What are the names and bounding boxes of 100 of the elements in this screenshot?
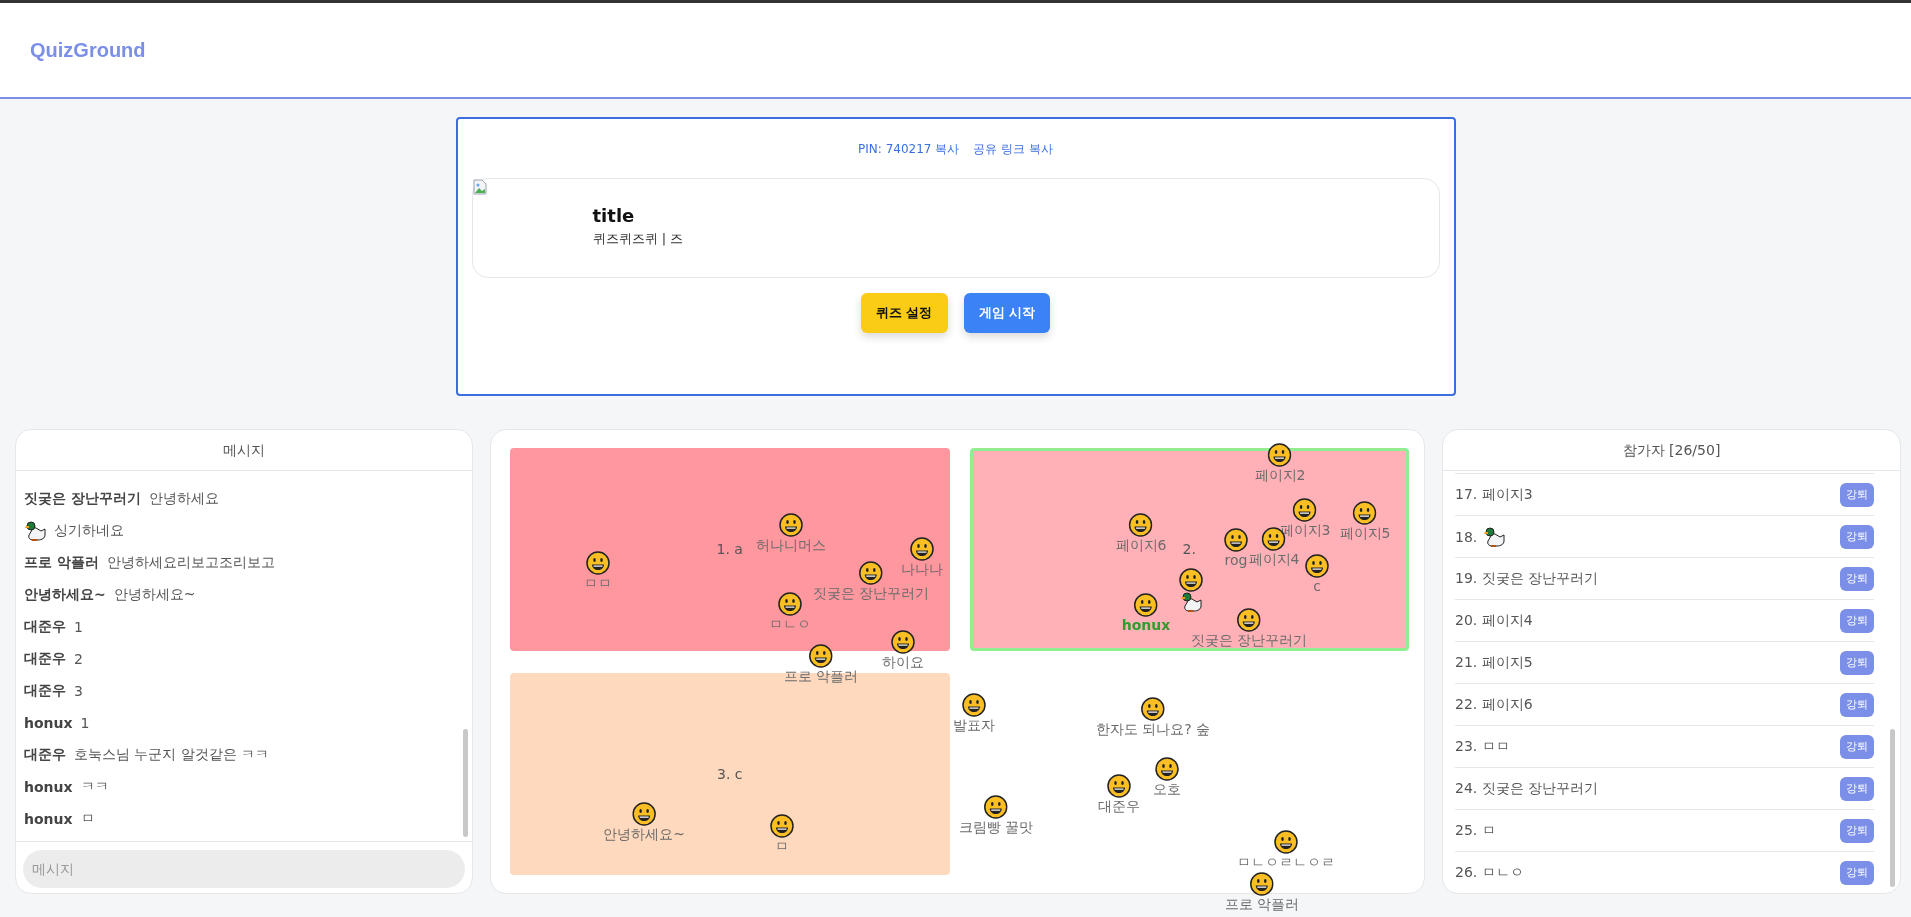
sender-name: honux [24,779,73,795]
player-name: 크림빵 꿀맛 [958,819,1034,836]
smiley-icon [1224,528,1248,552]
message-text: 1 [80,715,90,731]
kick-button[interactable]: 강퇴 [1840,524,1874,549]
message-text: 안녕하세요 [148,490,219,508]
participant-name: 24. 짓궂은 장난꾸러기 [1455,779,1599,798]
kick-button[interactable]: 강퇴 [1840,776,1874,801]
player-name: 프로 악플러 [1224,896,1300,913]
player-name: 나나나 [901,561,943,578]
smiley-icon [891,630,915,654]
smiley-icon [1274,830,1298,854]
kick-button[interactable]: 강퇴 [1840,692,1874,717]
panel-title: 참가자 [26/50] [1443,430,1900,471]
smiley-icon [1179,568,1203,592]
scrollbar[interactable] [1890,729,1895,887]
duck-icon [1483,526,1506,547]
player-name: 대준우 [1098,798,1140,815]
message-text: ㅁ [80,810,95,828]
player-name: 한자도 되나요? 숲 [1095,721,1211,738]
kick-button[interactable]: 강퇴 [1840,734,1874,759]
sender-name: 대준우 [24,682,66,700]
sender-name: 프로 악플러 [24,554,99,572]
smiley-icon [586,551,610,575]
pin-copy-link[interactable]: PIN: 740217 복사 [858,141,960,158]
player-name: rog [1224,552,1248,569]
quiz-settings-button[interactable]: 퀴즈 설정 [860,293,948,333]
sender-name: honux [24,715,73,731]
kick-button[interactable]: 강퇴 [1840,818,1874,843]
participant-name: 25. ㅁ [1455,821,1496,840]
smiley-icon [1107,774,1131,798]
duck-icon [24,521,46,541]
sender-name: 짓궂은 장난꾸러기 [24,490,141,508]
smiley-icon [910,537,934,561]
kick-button[interactable]: 강퇴 [1840,860,1874,885]
message-input[interactable]: 메시지 [23,850,465,888]
smiley-icon [1268,443,1292,467]
share-link-copy-link[interactable]: 공유 링크 복사 [973,141,1053,158]
broken-image-icon [472,179,487,195]
sender-name: 대준우 [24,650,66,668]
smiley-icon [1305,554,1329,578]
player-name: 페이지5 [1339,525,1391,542]
player-name: 오호 [1153,781,1181,798]
kick-button[interactable]: 강퇴 [1840,566,1874,591]
player-name: 발표자 [953,717,995,734]
option-label: 1. a [716,541,743,558]
sender-name: 안녕하세요~ [24,586,106,604]
quiz-title: title [592,205,635,226]
player-name: c [1313,578,1321,595]
player-name: 안녕하세요~ [603,826,685,843]
participant-name: 21. 페이지5 [1455,653,1533,672]
smiley-icon [859,561,883,585]
smiley-icon [1129,513,1153,537]
participant-name: 18. [1455,528,1478,545]
player-name: 페이지6 [1115,537,1167,554]
smiley-icon [1237,608,1261,632]
sender-name: honux [24,811,73,827]
message-text: 안녕하세요~ [113,586,196,604]
message-text: 호눅스님 누군지 알것같은 ㅋㅋ [74,746,270,764]
player-name: 짓궂은 장난꾸러기 [1190,632,1308,649]
duck-icon [1180,592,1202,612]
smiley-icon [778,592,802,616]
sender-name: 대준우 [24,618,66,636]
kick-button[interactable]: 강퇴 [1840,650,1874,675]
start-game-button[interactable]: 게임 시작 [963,293,1051,333]
smiley-icon [962,693,986,717]
player-name: 페이지4 [1248,551,1300,568]
message-text: 2 [74,651,83,667]
message-text: 싱기하네요 [54,522,124,540]
smiley-icon [770,814,794,838]
smiley-icon [1293,498,1317,522]
participant-name: 22. 페이지6 [1455,695,1533,714]
participant-name: 17. 페이지3 [1455,485,1533,504]
kick-button[interactable]: 강퇴 [1840,608,1874,633]
kick-button[interactable]: 강퇴 [1840,482,1874,507]
player-name: 짓궂은 장난꾸러기 [812,585,930,602]
player-name: ㅁㅁ [584,575,612,592]
smiley-icon [632,802,656,826]
panel-title: 메시지 [16,430,472,471]
smiley-icon [1155,757,1179,781]
player-name: ㅁ [775,838,789,855]
sender-name: 대준우 [24,746,66,764]
option-label: 2. [1182,541,1196,558]
player-name: 페이지3 [1279,522,1331,539]
message-text: 안녕하세요리보고조리보고 [106,554,275,572]
smiley-icon [1134,593,1158,617]
player-name: ㅁㄴㅇㄹㄴㅇㄹ [1237,854,1335,871]
smiley-icon [809,644,833,668]
logo[interactable]: QuizGround [30,38,146,62]
player-name: ㅁㄴㅇ [769,616,811,633]
player-name: 하이요 [882,654,924,671]
smiley-icon [1353,501,1377,525]
player-name: honux [1121,617,1171,634]
scrollbar[interactable] [463,729,468,837]
message-text: 1 [74,619,83,635]
quiz-description: 퀴즈퀴즈퀴 | 즈 [592,230,684,248]
participant-name: 26. ㅁㄴㅇ [1455,863,1524,882]
player-name: 페이지2 [1254,467,1306,484]
message-text: ㅋㅋ [80,778,109,796]
participant-name: 20. 페이지4 [1455,611,1533,630]
